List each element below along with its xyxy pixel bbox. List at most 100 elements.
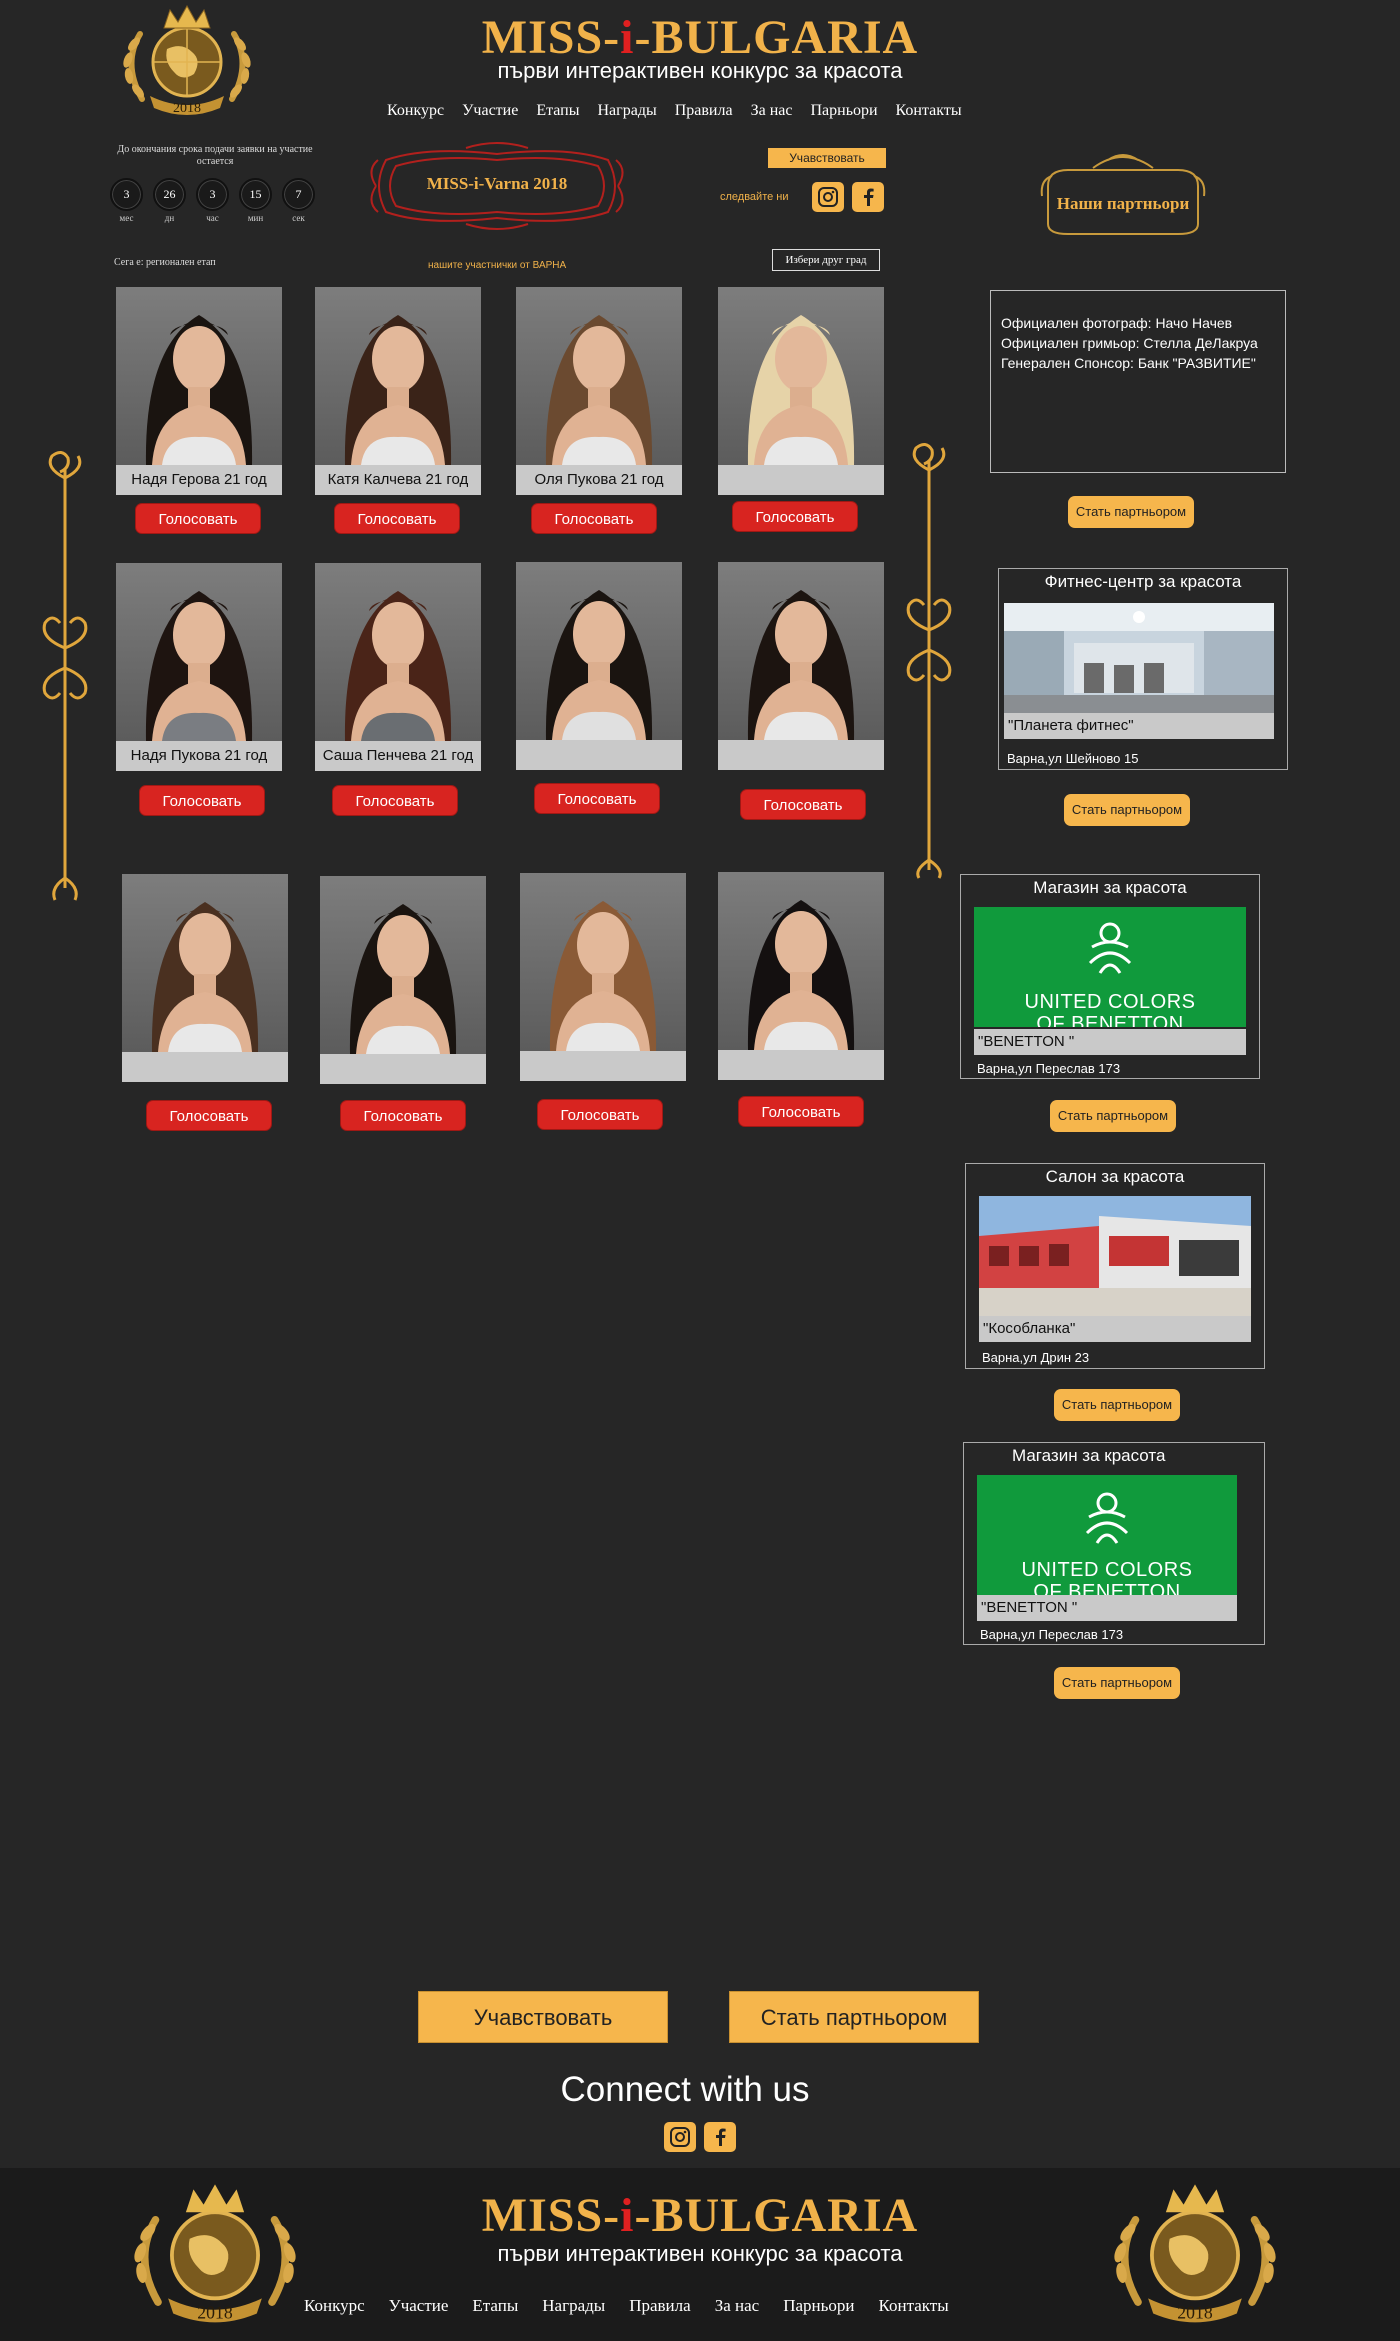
contestant-card[interactable] — [718, 562, 884, 770]
contestant-card[interactable] — [718, 872, 884, 1080]
contestant-photo — [516, 562, 682, 740]
contestant-name: Надя Пукова 21 год — [116, 741, 282, 771]
vote-button[interactable]: Голосовать — [738, 1096, 864, 1127]
footer-nav-item[interactable]: Участие — [377, 2296, 461, 2316]
nav-item-partners[interactable]: Парньори — [801, 102, 886, 120]
cta-participate-button[interactable]: Учавствовать — [418, 1991, 668, 2043]
vote-button[interactable]: Голосовать — [531, 503, 657, 534]
brand-title-i: i — [620, 11, 635, 64]
partner-category: Магазин за красота — [1012, 1446, 1166, 1465]
contestant-name — [320, 1054, 486, 1084]
countdown-minutes: 15 мин — [239, 178, 272, 223]
contestant-card[interactable]: Саша Пенчева 21 год — [315, 563, 481, 771]
become-partner-button[interactable]: Стать партньором — [1050, 1100, 1176, 1132]
our-participants-label: нашите участнички от ВАРНА — [428, 260, 567, 271]
brand-title-part: -BULGARIA — [634, 11, 919, 64]
benetton-line2: OF BENETTON — [1033, 1581, 1181, 1595]
choose-city-button[interactable]: Избери друг град — [772, 249, 880, 271]
nav-item-contest[interactable]: Конкурс — [378, 102, 453, 120]
participate-button[interactable]: Учавствовать — [768, 148, 886, 168]
contestant-photo — [315, 287, 481, 465]
contestant-card[interactable]: Надя Пукова 21 год — [116, 563, 282, 771]
footer-nav-item[interactable]: Парньори — [771, 2296, 866, 2316]
become-partner-button[interactable]: Стать партньором — [1054, 1389, 1180, 1421]
contestant-card[interactable] — [122, 874, 288, 1082]
countdown-days: 26 дн — [153, 178, 186, 223]
brand-title-i: i — [620, 2189, 635, 2242]
main-nav: Конкурс Участие Етапы Награды Правила За… — [378, 102, 971, 120]
nav-item-about[interactable]: За нас — [742, 102, 802, 120]
countdown-unit: час — [206, 213, 219, 223]
footer-nav-item[interactable]: За нас — [703, 2296, 772, 2316]
footer-nav-item[interactable]: Правила — [617, 2296, 702, 2316]
nav-item-participation[interactable]: Участие — [453, 102, 527, 120]
partner-card[interactable]: Салон за красота "Кособланка" Варна,ул Д… — [965, 1163, 1265, 1369]
vote-button[interactable]: Голосовать — [332, 785, 458, 816]
contestant-card[interactable]: Надя Герова 21 год — [116, 287, 282, 495]
instagram-icon[interactable] — [664, 2122, 696, 2152]
nav-item-stages[interactable]: Етапы — [527, 102, 588, 120]
partner-address: Варна,ул Переслав 173 — [977, 1061, 1121, 1076]
become-partner-button[interactable]: Стать партньором — [1054, 1667, 1180, 1699]
cta-partner-button[interactable]: Стать партньором — [729, 1991, 979, 2043]
sponsor-line: Официален фотограф: Начо Начев — [1001, 315, 1233, 331]
facebook-icon[interactable] — [852, 182, 884, 212]
become-partner-button[interactable]: Стать партньором — [1068, 496, 1194, 528]
partners-badge[interactable]: Наши партньори — [1038, 146, 1208, 242]
contestant-card[interactable] — [718, 287, 884, 495]
partner-category: Магазин за красота — [1033, 878, 1187, 897]
partner-image: UNITED COLORS OF BENETTON — [974, 907, 1246, 1027]
partner-card[interactable]: Фитнес-центр за красота "Планета фитнес"… — [998, 568, 1288, 770]
contestant-name — [520, 1051, 686, 1081]
contestant-card[interactable] — [320, 876, 486, 1084]
vote-button[interactable]: Голосовать — [340, 1100, 466, 1131]
vote-button[interactable]: Голосовать — [146, 1100, 272, 1131]
contestant-photo — [315, 563, 481, 741]
benetton-logo: UNITED COLORS OF BENETTON — [977, 1475, 1237, 1595]
vote-button[interactable]: Голосовать — [534, 783, 660, 814]
partner-address: Варна,ул Шейново 15 — [1007, 751, 1139, 766]
brand-title[interactable]: MISS-i-BULGARIA — [470, 10, 930, 65]
contestant-name — [122, 1052, 288, 1082]
contestant-card[interactable] — [516, 562, 682, 770]
partner-card[interactable]: Магазин за красота UNITED COLORS OF BENE… — [963, 1442, 1265, 1645]
partner-card[interactable]: Магазин за красота UNITED COLORS OF BENE… — [960, 874, 1260, 1079]
vote-button[interactable]: Голосовать — [334, 503, 460, 534]
benetton-knot-icon — [1088, 922, 1132, 974]
contestant-name — [516, 740, 682, 770]
nav-item-rules[interactable]: Правила — [666, 102, 742, 120]
contestant-card[interactable] — [520, 873, 686, 1081]
footer-nav-item[interactable]: Контакты — [866, 2296, 960, 2316]
benetton-line1: UNITED COLORS — [1024, 991, 1196, 1013]
contestant-card[interactable]: Оля Пукова 21 год — [516, 287, 682, 495]
nav-item-awards[interactable]: Награды — [589, 102, 666, 120]
vote-button[interactable]: Голосовать — [740, 789, 866, 820]
contestant-photo — [116, 563, 282, 741]
vote-button[interactable]: Голосовать — [139, 785, 265, 816]
become-partner-button[interactable]: Стать партньором — [1064, 794, 1190, 826]
contestant-card[interactable]: Катя Калчева 21 год — [315, 287, 481, 495]
instagram-icon[interactable] — [812, 182, 844, 212]
footer-nav-item[interactable]: Награды — [530, 2296, 617, 2316]
footer-nav-item[interactable]: Конкурс — [292, 2296, 377, 2316]
countdown-value: 15 — [239, 178, 272, 211]
footer-logo-emblem[interactable]: 2018 — [1100, 2178, 1290, 2330]
connect-heading: Connect with us — [560, 2070, 810, 2109]
contestant-photo — [122, 874, 288, 1052]
vote-button[interactable]: Голосовать — [135, 503, 261, 534]
city-plaque: MISS-i-Varna 2018 — [366, 140, 628, 232]
footer-brand-title[interactable]: MISS-i-BULGARIA — [470, 2188, 930, 2243]
contestant-photo — [718, 287, 884, 465]
partner-name: "BENETTON " — [977, 1595, 1237, 1621]
partner-address: Варна,ул Переслав 173 — [980, 1627, 1124, 1642]
brand-title-part: MISS- — [481, 2189, 621, 2242]
vote-button[interactable]: Голосовать — [732, 501, 858, 532]
footer-logo-emblem[interactable]: 2018 — [120, 2178, 310, 2330]
countdown-seconds: 7 сек — [282, 178, 315, 223]
partner-category: Фитнес-центр за красота — [1044, 572, 1242, 591]
facebook-icon[interactable] — [704, 2122, 736, 2152]
vote-button[interactable]: Голосовать — [537, 1099, 663, 1130]
nav-item-contacts[interactable]: Контакты — [887, 102, 971, 120]
footer-nav-item[interactable]: Етапы — [460, 2296, 530, 2316]
logo-emblem[interactable]: 2018 — [112, 4, 262, 118]
